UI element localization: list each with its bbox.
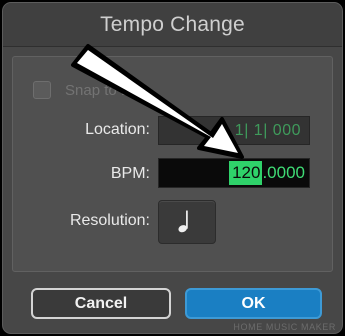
tempo-change-dialog: Tempo Change Snap to Bar Location: 1| 1|…	[2, 2, 343, 334]
location-field[interactable]: 1| 1| 000	[158, 116, 310, 145]
cancel-button-label: Cancel	[74, 294, 128, 312]
bpm-value-decimal: .0000	[262, 163, 305, 182]
resolution-button[interactable]	[158, 200, 216, 244]
watermark-text: HOME MUSIC MAKER	[233, 322, 336, 332]
snap-to-bar-label: Snap to Bar	[65, 81, 145, 99]
bpm-field[interactable]: 120.0000	[158, 158, 310, 188]
location-label: Location:	[85, 121, 150, 138]
snap-to-bar-row: Snap to Bar	[33, 81, 144, 99]
dialog-title: Tempo Change	[100, 12, 245, 36]
snap-to-bar-checkbox[interactable]	[33, 81, 51, 99]
resolution-label: Resolution:	[69, 212, 150, 229]
quarter-note-icon	[178, 210, 188, 233]
cancel-button[interactable]: Cancel	[31, 288, 171, 319]
location-value: 1| 1| 000	[234, 121, 301, 139]
ok-button[interactable]: OK	[185, 288, 322, 319]
bpm-label: BPM:	[110, 165, 150, 182]
ok-button-label: OK	[241, 294, 266, 312]
title-bar: Tempo Change	[3, 3, 342, 47]
bpm-value-selected: 120	[229, 161, 263, 185]
